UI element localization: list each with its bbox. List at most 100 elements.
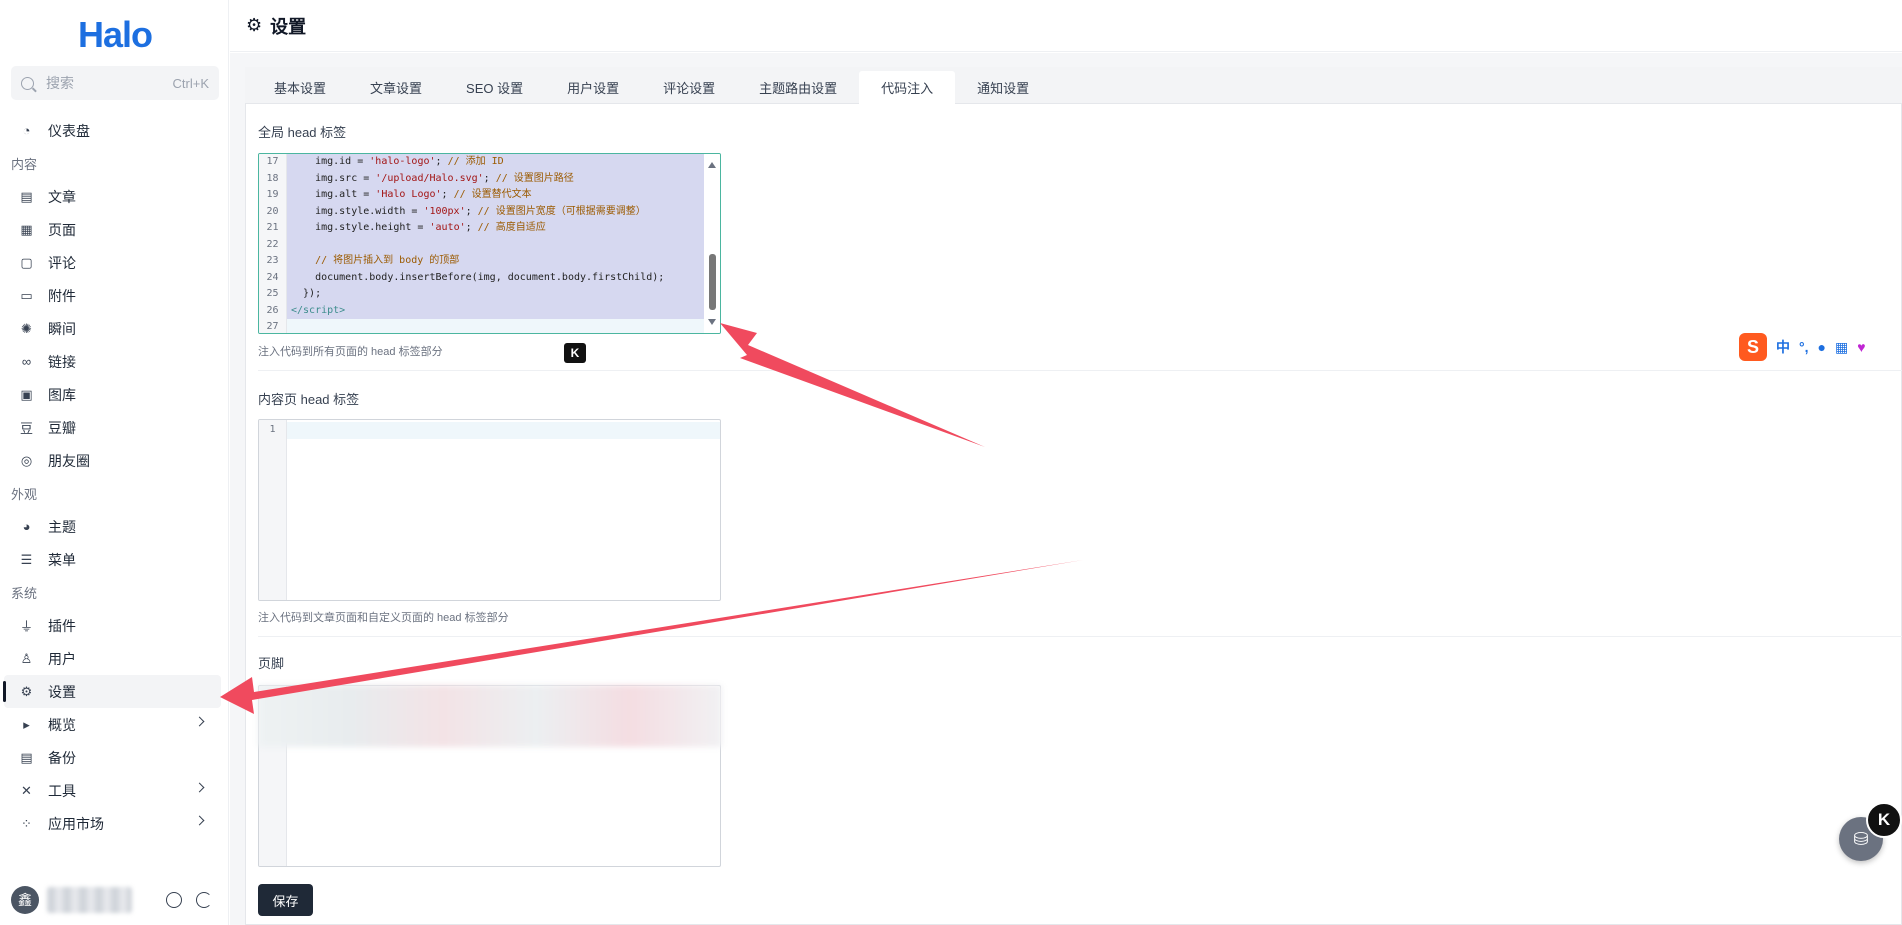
dashboard-icon: ◔	[22, 123, 31, 138]
code-line: // 将图片插入到 body 的顶部	[287, 253, 704, 270]
chevron-right-icon	[194, 782, 205, 793]
k-float-icon[interactable]: K	[1866, 802, 1902, 838]
line-number: 17	[266, 156, 279, 167]
search-input[interactable]: 搜索 Ctrl+K	[11, 66, 219, 100]
profile-icon[interactable]	[166, 892, 182, 908]
tab-code-injection[interactable]: 代码注入	[859, 71, 956, 104]
code-line: img.style.width = '100px'; // 设置图片宽度（可根据…	[287, 203, 704, 220]
content-head-editor[interactable]: 1	[258, 419, 721, 601]
sidebar-item-app-market[interactable]: ⁘ 应用市场	[0, 807, 221, 840]
line-number: 23	[266, 255, 279, 266]
line-number: 18	[266, 172, 279, 184]
tab-post[interactable]: 文章设置	[348, 71, 444, 104]
search-icon	[21, 76, 34, 90]
code-line	[287, 422, 720, 439]
content-head-help: 注入代码到文章页面和自定义页面的 head 标签部分	[258, 612, 509, 624]
sidebar-item-label: 主题	[48, 518, 76, 535]
sidebar-item-label: 应用市场	[48, 815, 104, 832]
page-title: 设置	[270, 16, 307, 37]
editor-scrollbar[interactable]	[704, 154, 720, 333]
user-bar: 鑫	[11, 885, 221, 915]
sidebar-item-label: 用户	[48, 650, 76, 667]
tab-comment[interactable]: 评论设置	[641, 71, 737, 104]
line-number: 20	[266, 205, 279, 217]
sidebar-item-settings[interactable]: ⚙ 设置	[3, 675, 221, 708]
line-number: 27	[266, 321, 279, 332]
sidebar-item-label: 仪表盘	[48, 122, 90, 139]
settings-tabs: 基本设置 文章设置 SEO 设置 用户设置 评论设置 主题路由设置 代码注入 通…	[245, 67, 1902, 104]
sidebar-item-themes[interactable]: ◕ 主题	[0, 510, 221, 543]
sidebar-item-overview[interactable]: ▸ 概览	[0, 708, 221, 741]
tab-theme-route[interactable]: 主题路由设置	[737, 71, 859, 104]
sidebar-item-friends[interactable]: ◎ 朋友圈	[0, 444, 221, 477]
sidebar-item-douban[interactable]: 豆豆瓣	[0, 411, 221, 444]
sidebar-item-label: 页面	[48, 221, 76, 238]
sidebar-item-label: 设置	[48, 683, 76, 700]
save-button[interactable]: 保存	[258, 884, 313, 916]
global-head-label: 全局 head 标签	[258, 125, 347, 140]
sidebar-item-label: 文章	[48, 188, 76, 205]
sidebar-item-moments[interactable]: ✺ 瞬间	[0, 312, 221, 345]
sidebar-item-dashboard[interactable]: ◔ 仪表盘	[0, 114, 221, 147]
douban-icon: 豆	[19, 421, 33, 436]
sidebar-item-label: 朋友圈	[48, 452, 90, 469]
tab-notification[interactable]: 通知设置	[955, 71, 1051, 104]
halo-logo[interactable]: Halo	[78, 14, 153, 56]
global-head-editor[interactable]: 17 18 19 20 21 22 23 24 25 26 27 img.id …	[258, 153, 721, 334]
apps-icon: ⁘	[21, 815, 32, 831]
scroll-down-icon[interactable]	[708, 319, 716, 325]
sidebar-item-menus[interactable]: ☰ 菜单	[0, 543, 221, 576]
chevron-right-icon	[194, 716, 205, 727]
skin-icon[interactable]: ♥	[1857, 339, 1865, 355]
sidebar-item-plugins[interactable]: ⏚ 插件	[0, 609, 221, 642]
sidebar-item-label: 豆瓣	[48, 419, 76, 436]
sidebar-item-users[interactable]: ♙ 用户	[0, 642, 221, 675]
k-badge-icon[interactable]: K	[564, 343, 586, 363]
gear-icon: ⚙	[246, 15, 263, 35]
divider	[258, 636, 1902, 637]
sidebar-item-backup[interactable]: ▤ 备份	[0, 741, 221, 774]
editor-gutter: 1	[259, 420, 287, 600]
sidebar-item-pages[interactable]: ▦ 页面	[0, 213, 221, 246]
scroll-thumb[interactable]	[709, 254, 716, 310]
sidebar-item-comments[interactable]: ▢ 评论	[0, 246, 221, 279]
code-line: img.alt = 'Halo Logo'; // 设置替代文本	[287, 187, 704, 204]
scroll-up-icon[interactable]	[708, 162, 716, 168]
sidebar-item-tools[interactable]: ✕ 工具	[0, 774, 221, 807]
logout-icon[interactable]	[196, 892, 212, 908]
tab-seo[interactable]: SEO 设置	[444, 71, 545, 104]
search-placeholder: 搜索	[46, 75, 74, 91]
line-number: 24	[266, 271, 279, 283]
ime-chinese-toggle[interactable]: 中	[1776, 337, 1790, 357]
sidebar-item-gallery[interactable]: ▣ 图库	[0, 378, 221, 411]
line-number: 1	[269, 424, 276, 435]
line-number: 21	[266, 222, 279, 233]
keyboard-icon[interactable]: ▦	[1835, 339, 1848, 356]
code-area[interactable]	[287, 420, 720, 600]
plug-icon: ⏚	[19, 619, 33, 634]
aperture-icon: ✺	[21, 320, 32, 336]
sidebar: Halo 搜索 Ctrl+K ◔ 仪表盘 内容 ▤ 文章 ▦ 页面 ▢ 评论 ▭ 附件 …	[0, 0, 229, 925]
line-number: 22	[266, 238, 279, 250]
code-area[interactable]: img.id = 'halo-logo'; // 添加 ID img.src =…	[287, 154, 704, 333]
line-number: 19	[266, 189, 279, 200]
sidebar-item-label: 备份	[48, 749, 76, 766]
punctuation-icon[interactable]: °,	[1799, 339, 1809, 355]
nav-group-content: 内容	[11, 157, 38, 172]
tab-user[interactable]: 用户设置	[545, 71, 641, 104]
tab-basic[interactable]: 基本设置	[252, 71, 348, 104]
sidebar-item-label: 概览	[48, 716, 76, 733]
sidebar-item-links[interactable]: ∞ 链接	[0, 345, 221, 378]
microphone-icon[interactable]: ●	[1818, 339, 1826, 355]
page-header: ⚙ 设置	[230, 0, 1902, 52]
sidebar-item-label: 插件	[48, 617, 76, 634]
sidebar-item-posts[interactable]: ▤ 文章	[0, 180, 221, 213]
sidebar-item-attachments[interactable]: ▭ 附件	[0, 279, 221, 312]
menu-icon: ☰	[20, 551, 33, 567]
sidebar-nav: ◔ 仪表盘 内容 ▤ 文章 ▦ 页面 ▢ 评论 ▭ 附件 ✺ 瞬间 ∞ 链接 ▣ 图库 豆豆瓣…	[0, 114, 229, 840]
sidebar-item-label: 图库	[48, 386, 76, 403]
sogou-ime-icon[interactable]: S	[1739, 333, 1767, 361]
sidebar-item-label: 评论	[48, 254, 76, 271]
avatar[interactable]: 鑫	[11, 886, 39, 914]
sidebar-item-label: 工具	[48, 782, 76, 799]
